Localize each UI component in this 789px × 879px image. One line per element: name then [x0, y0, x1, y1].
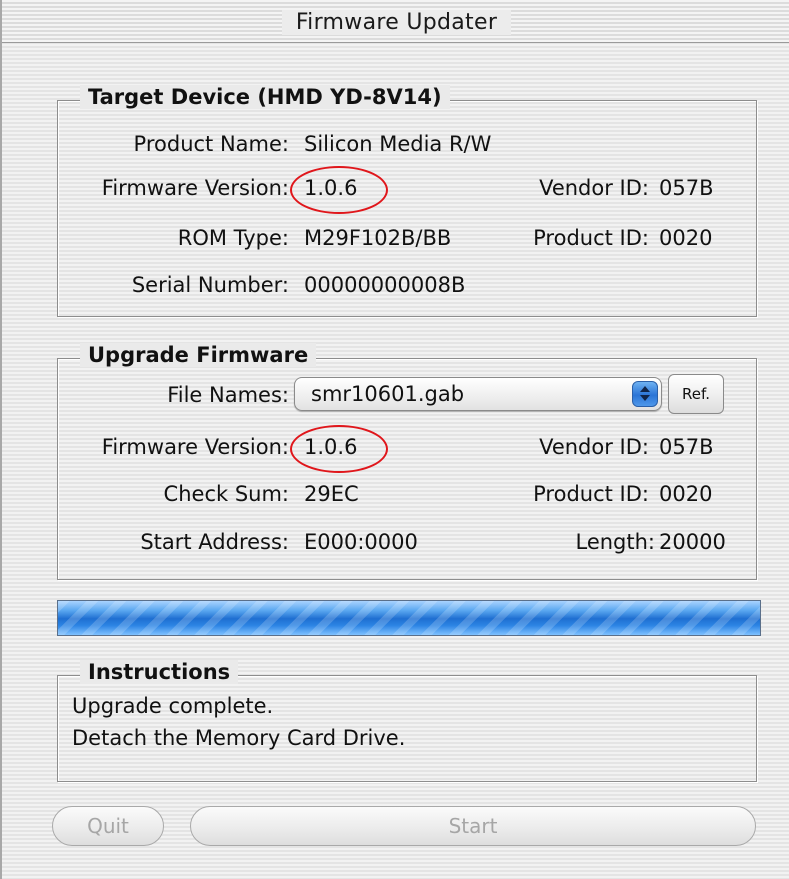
- upgrade-firmware-group-title: Upgrade Firmware: [80, 343, 317, 367]
- instructions-group: Instructions Upgrade complete. Detach th…: [57, 660, 757, 782]
- length-value: 20000: [659, 530, 726, 554]
- upgrade-vendor-id-value: 057B: [659, 435, 714, 459]
- file-names-selected-value: smr10601.gab: [311, 382, 465, 406]
- instruction-line: Upgrade complete.: [72, 694, 274, 718]
- product-name-label: Product Name:: [133, 132, 289, 156]
- up-down-arrows-icon: [632, 381, 658, 407]
- title-bar[interactable]: Firmware Updater: [2, 0, 789, 43]
- check-sum-label: Check Sum:: [163, 482, 289, 506]
- instructions-group-title: Instructions: [80, 660, 239, 684]
- check-sum-value: 29EC: [304, 482, 359, 506]
- target-vendor-id-label: Vendor ID:: [539, 176, 649, 200]
- progress-bar: [57, 600, 761, 636]
- serial-number-value: 00000000008B: [304, 273, 466, 297]
- rom-type-label: ROM Type:: [177, 226, 289, 250]
- target-product-id-label: Product ID:: [533, 226, 649, 250]
- ref-button[interactable]: Ref.: [668, 374, 724, 414]
- rom-type-value: M29F102B/BB: [304, 226, 452, 250]
- upgrade-vendor-id-label: Vendor ID:: [539, 435, 649, 459]
- start-button[interactable]: Start: [190, 806, 756, 846]
- target-vendor-id-value: 057B: [659, 176, 714, 200]
- instruction-line: Detach the Memory Card Drive.: [72, 726, 406, 750]
- start-address-value: E000:0000: [304, 530, 418, 554]
- start-address-label: Start Address:: [140, 530, 289, 554]
- serial-number-label: Serial Number:: [131, 273, 289, 297]
- target-product-id-value: 0020: [659, 226, 713, 250]
- highlight-circle: [290, 166, 388, 214]
- target-firmware-version-label: Firmware Version:: [101, 176, 289, 200]
- file-names-label: File Names:: [167, 383, 289, 407]
- length-label: Length:: [575, 530, 655, 554]
- file-names-popup[interactable]: smr10601.gab: [294, 377, 662, 411]
- target-device-group-title: Target Device (HMD YD-8V14): [80, 85, 450, 109]
- product-name-value: Silicon Media R/W: [304, 132, 492, 156]
- firmware-updater-window: Firmware Updater Target Device (HMD YD-8…: [0, 0, 789, 879]
- upgrade-product-id-label: Product ID:: [533, 482, 649, 506]
- progress-fill: [58, 601, 760, 635]
- highlight-circle: [290, 425, 388, 473]
- window-title: Firmware Updater: [281, 10, 512, 35]
- quit-button[interactable]: Quit: [52, 806, 164, 846]
- upgrade-product-id-value: 0020: [659, 482, 713, 506]
- upgrade-firmware-version-label: Firmware Version:: [101, 435, 289, 459]
